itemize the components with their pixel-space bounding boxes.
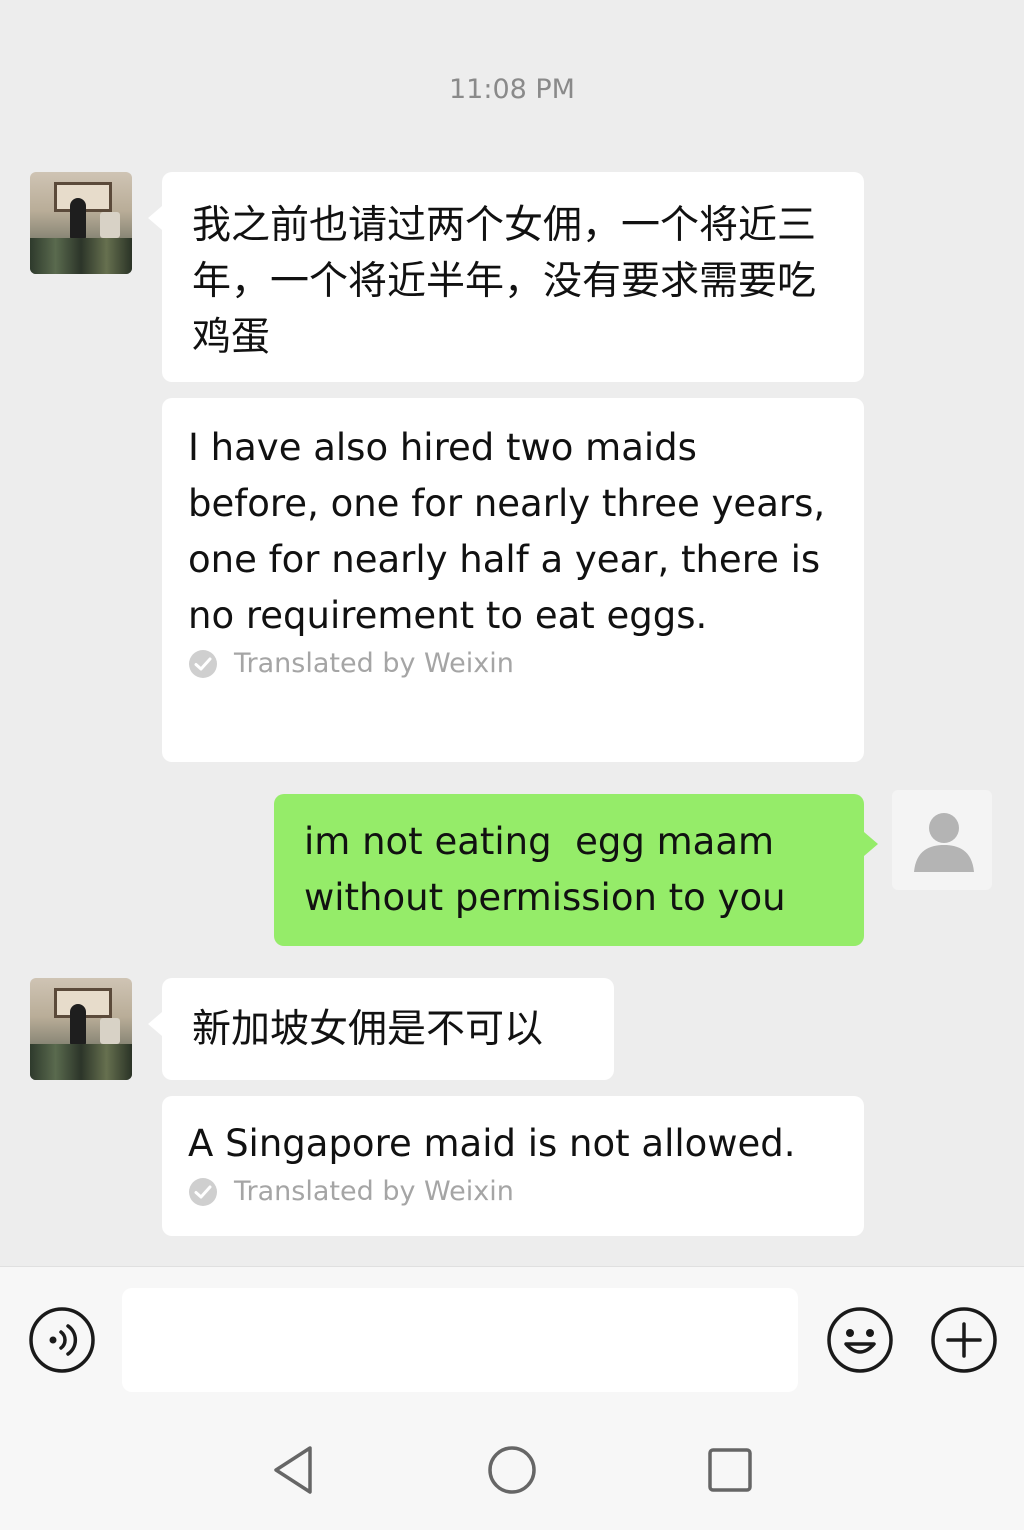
contact-avatar[interactable]: [30, 978, 132, 1080]
message-text: 新加坡女佣是不可以: [192, 1007, 544, 1052]
sent-message-bubble[interactable]: im not eating egg maam without permissio…: [274, 794, 878, 946]
user-placeholder-icon: [914, 813, 974, 872]
message-text: im not eating egg maam without permissio…: [304, 820, 786, 919]
check-circle-icon: [189, 649, 217, 678]
contact-avatar[interactable]: [30, 172, 132, 274]
translated-by-text: Translated by Weixin: [234, 648, 514, 679]
home-circle-icon[interactable]: [482, 1440, 542, 1500]
message-input[interactable]: [122, 1288, 798, 1392]
translation-bubble[interactable]: A Singapore maid is not allowed. Transla…: [162, 1096, 864, 1236]
translated-by-text: Translated by Weixin: [234, 1176, 514, 1207]
received-message-bubble[interactable]: 新加坡女佣是不可以: [148, 978, 614, 1080]
translated-by-label: Translated by Weixin: [188, 648, 836, 679]
voice-input-icon[interactable]: [28, 1306, 96, 1374]
chat-timestamp: 11:08 PM: [449, 74, 575, 105]
received-message-bubble[interactable]: 我之前也请过两个女佣，一个将近三年，一个将近半年，没有要求需要吃鸡蛋: [148, 172, 864, 382]
plus-icon[interactable]: [930, 1306, 998, 1374]
translation-text: I have also hired two maids before, one …: [188, 426, 826, 637]
translated-by-label: Translated by Weixin: [188, 1176, 844, 1207]
translation-bubble[interactable]: I have also hired two maids before, one …: [162, 398, 864, 762]
message-text: 我之前也请过两个女佣，一个将近三年，一个将近半年，没有要求需要吃鸡蛋: [192, 203, 817, 360]
emoji-icon[interactable]: [826, 1306, 894, 1374]
check-circle-icon: [189, 1177, 217, 1206]
recent-square-icon[interactable]: [700, 1440, 760, 1500]
back-triangle-icon[interactable]: [264, 1440, 324, 1500]
my-avatar[interactable]: [892, 790, 992, 890]
translation-text: A Singapore maid is not allowed.: [188, 1122, 796, 1165]
